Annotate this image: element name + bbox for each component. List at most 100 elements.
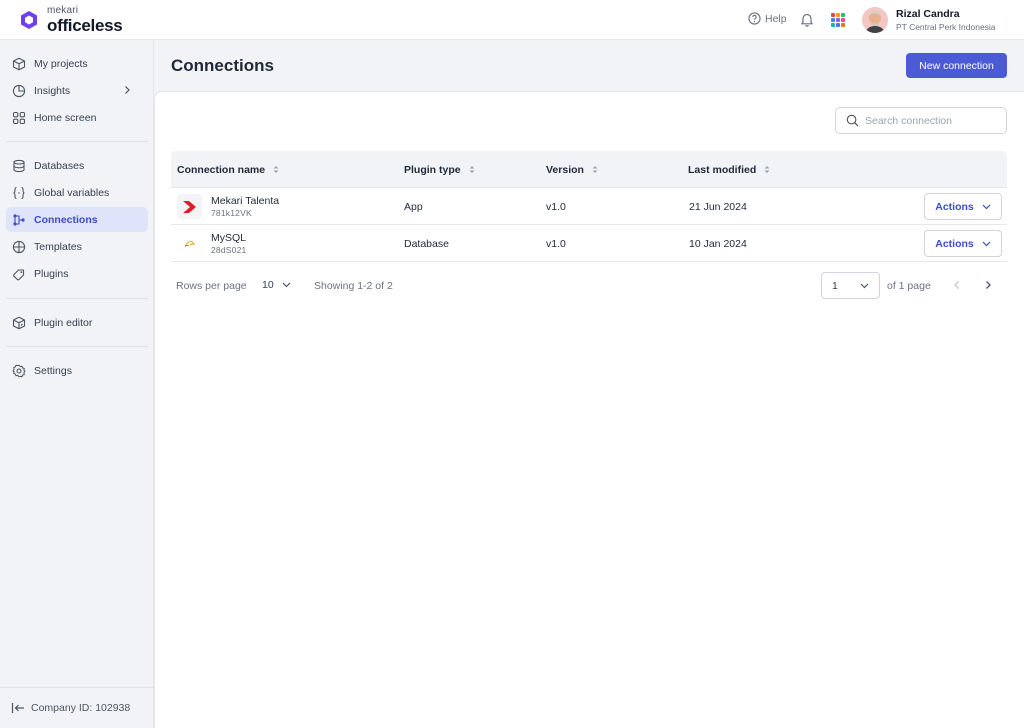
sidebar-item-my-projects[interactable]: My projects (6, 51, 148, 76)
table-row[interactable]: Mekari Talenta 781k12VK App v1.0 21 Jun … (171, 188, 1007, 225)
avatar-image (862, 7, 888, 33)
column-header-version[interactable]: Version (546, 151, 598, 188)
connection-id: 781k12VK (211, 208, 252, 219)
template-icon (12, 240, 26, 253)
previous-page-icon[interactable] (953, 280, 961, 290)
sidebar-item-home-screen[interactable]: Home screen (6, 105, 148, 130)
new-connection-button[interactable]: New connection (906, 53, 1007, 78)
database-icon (13, 159, 25, 172)
sort-icon (764, 166, 770, 173)
sidebar-item-label: Insights (34, 84, 71, 97)
rows-per-page-value: 10 (262, 279, 274, 291)
column-header-last-modified[interactable]: Last modified (688, 151, 770, 188)
column-label: Connection name (177, 163, 266, 176)
sort-icon (273, 166, 279, 173)
mekari-talenta-logo-icon (177, 194, 202, 219)
version: v1.0 (546, 237, 566, 250)
search-box[interactable] (835, 107, 1007, 134)
sidebar-divider (0, 687, 154, 688)
column-label: Plugin type (404, 163, 461, 176)
actions-button[interactable]: Actions (924, 193, 1002, 220)
sort-icon (592, 166, 598, 173)
plugin-type: Database (404, 237, 449, 250)
plug-icon (13, 268, 25, 280)
page-select[interactable]: 1 (821, 272, 880, 299)
sidebar-item-settings[interactable]: Settings (6, 358, 148, 383)
column-label: Version (546, 163, 584, 176)
column-header-plugin-type[interactable]: Plugin type (404, 151, 475, 188)
version: v1.0 (546, 200, 566, 213)
page-title: Connections (171, 56, 274, 75)
last-modified: 21 Jun 2024 (689, 200, 747, 213)
page-select-value: 1 (832, 279, 838, 292)
sidebar-item-label: Global variables (34, 186, 110, 199)
sidebar-item-connections[interactable]: Connections (6, 207, 148, 232)
next-page-icon[interactable] (984, 280, 992, 290)
sidebar-item-plugins[interactable]: Plugins (6, 261, 148, 286)
cube-edit-icon (12, 316, 26, 329)
sidebar-item-label: Plugin editor (34, 316, 93, 329)
sidebar-item-label: Settings (34, 364, 72, 377)
sidebar-divider (6, 141, 148, 142)
connection-name: Mekari Talenta (211, 194, 280, 207)
rows-per-page-label: Rows per page (176, 280, 247, 292)
mysql-logo-icon (177, 231, 202, 256)
chevron-down-icon (982, 241, 991, 246)
company-id: Company ID: 102938 (31, 702, 131, 714)
logo-product: officeless (47, 16, 123, 35)
help-link[interactable]: Help (748, 12, 787, 25)
sidebar-item-plugin-editor[interactable]: Plugin editor (6, 310, 148, 335)
sidebar-item-label: My projects (34, 57, 88, 70)
sidebar-divider (6, 298, 148, 299)
sidebar-item-label: Plugins (34, 267, 69, 280)
pie-chart-icon (12, 84, 26, 97)
sidebar-item-label: Templates (34, 240, 82, 253)
actions-label: Actions (935, 200, 974, 213)
connections-icon (13, 213, 25, 226)
bell-icon[interactable] (800, 12, 814, 27)
user-name: Rizal Candra (896, 8, 960, 20)
chevron-down-icon (282, 282, 291, 288)
sidebar-item-global-variables[interactable]: Global variables (6, 180, 148, 205)
grid-squares-icon (12, 111, 26, 124)
sidebar-item-label: Connections (34, 213, 98, 226)
help-label: Help (765, 12, 787, 25)
cube-icon (12, 57, 26, 70)
sidebar-item-label: Home screen (34, 111, 97, 124)
collapse-left-icon (11, 703, 24, 713)
sidebar-item-templates[interactable]: Templates (6, 234, 148, 259)
officeless-logo[interactable]: mekari officeless (19, 6, 123, 35)
sidebar-item-databases[interactable]: Databases (6, 153, 148, 178)
connection-name: MySQL (211, 231, 247, 244)
column-header-connection-name[interactable]: Connection name (177, 151, 279, 188)
user-company: PT Central Perk Indonesia (896, 21, 996, 32)
total-pages: of 1 page (887, 280, 931, 292)
actions-button[interactable]: Actions (924, 230, 1002, 257)
help-circle-icon (748, 12, 761, 25)
actions-label: Actions (935, 237, 974, 250)
top-bar: mekari officeless Help Rizal Candra PT C… (0, 0, 1024, 40)
showing-count: Showing 1-2 of 2 (314, 280, 393, 292)
rows-per-page-select[interactable]: 10 (262, 279, 291, 291)
sidebar: My projects Insights Home screen Databas… (0, 40, 154, 728)
sidebar-item-label: Databases (34, 159, 85, 172)
user-info[interactable]: Rizal Candra PT Central Perk Indonesia (896, 8, 996, 32)
logo-hex-icon (21, 11, 37, 29)
chevron-down-icon (982, 204, 991, 209)
collapse-sidebar-button[interactable]: Company ID: 102938 (11, 702, 130, 714)
table-row[interactable]: MySQL 28dS021 Database v1.0 10 Jan 2024 … (171, 225, 1007, 262)
chevron-right-icon (125, 86, 130, 94)
search-icon (846, 114, 859, 127)
chevron-down-icon (860, 283, 869, 289)
last-modified: 10 Jan 2024 (689, 237, 747, 250)
avatar[interactable] (862, 7, 888, 33)
sidebar-item-insights[interactable]: Insights (6, 78, 148, 103)
sort-icon (469, 166, 475, 173)
connection-id: 28dS021 (211, 245, 247, 256)
search-input[interactable] (865, 114, 995, 127)
plugin-type: App (404, 200, 423, 213)
apps-grid-icon[interactable] (831, 13, 845, 27)
braces-icon (13, 186, 25, 199)
table-header: Connection name Plugin type Version Last… (171, 151, 1007, 188)
gear-icon (12, 364, 26, 377)
